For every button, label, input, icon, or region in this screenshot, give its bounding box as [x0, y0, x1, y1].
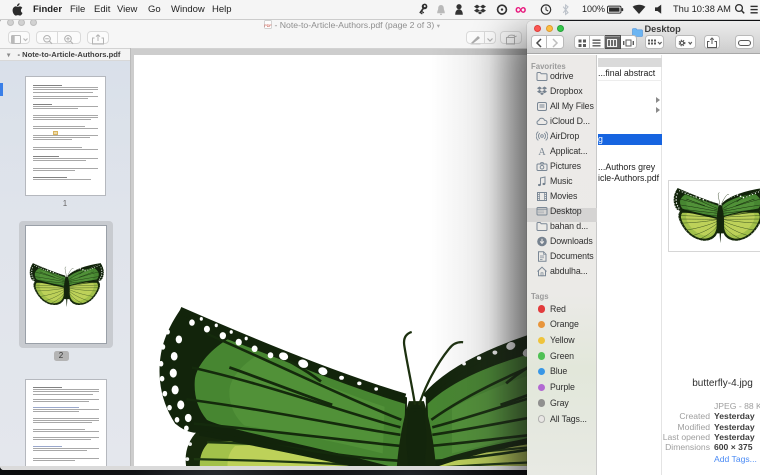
- svg-text:A: A: [538, 147, 546, 157]
- svg-text:∞: ∞: [515, 3, 526, 17]
- svg-text:PDF: PDF: [264, 23, 272, 27]
